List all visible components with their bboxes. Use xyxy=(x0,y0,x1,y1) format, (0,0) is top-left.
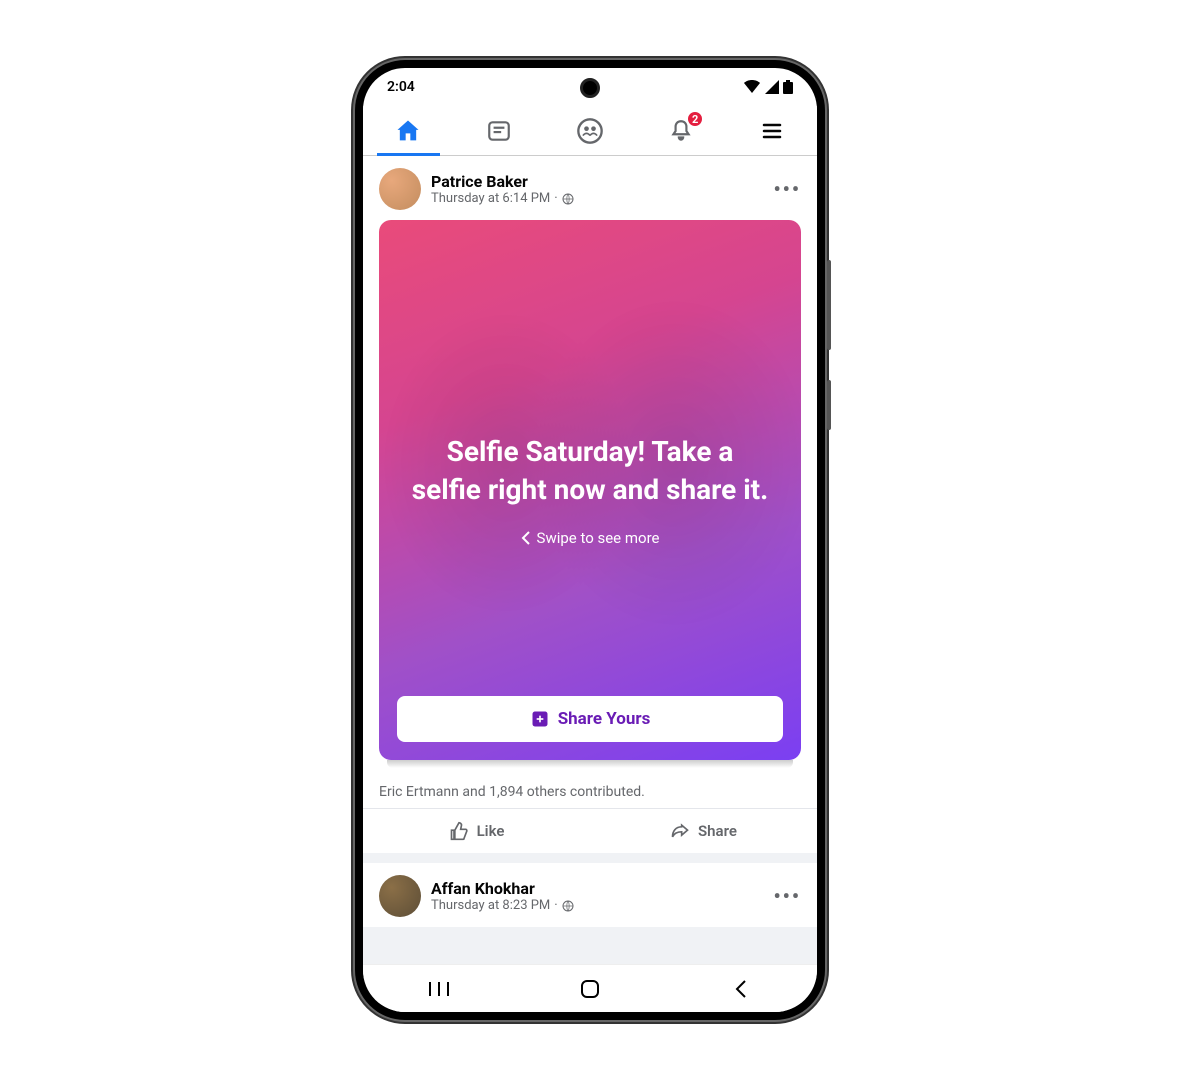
post-more-button[interactable]: ••• xyxy=(773,177,801,201)
timestamp-text: Thursday at 6:14 PM xyxy=(431,191,550,206)
wifi-icon xyxy=(743,80,761,94)
post-timestamp: Thursday at 6:14 PM · xyxy=(431,191,763,206)
avatar[interactable] xyxy=(379,875,421,917)
share-icon xyxy=(670,821,690,841)
tab-menu[interactable] xyxy=(726,106,817,155)
battery-icon xyxy=(783,80,793,94)
share-yours-button[interactable]: Share Yours xyxy=(397,696,783,742)
swipe-hint: Swipe to see more xyxy=(521,529,660,547)
card-title: Selfie Saturday! Take a selfie right now… xyxy=(399,433,781,509)
swipe-hint-text: Swipe to see more xyxy=(537,529,660,547)
phone-screen: 2:04 2 xyxy=(363,68,817,1012)
phone-frame: 2:04 2 xyxy=(355,60,825,1020)
home-icon xyxy=(394,117,422,145)
post: Patrice Baker Thursday at 6:14 PM · ••• … xyxy=(363,156,817,853)
tab-news[interactable] xyxy=(454,106,545,155)
post-more-button[interactable]: ••• xyxy=(773,884,801,908)
status-icons xyxy=(743,80,793,94)
tab-groups[interactable] xyxy=(545,106,636,155)
globe-icon xyxy=(562,193,574,205)
globe-icon xyxy=(562,900,574,912)
post-header: Patrice Baker Thursday at 6:14 PM · ••• xyxy=(363,156,817,220)
like-icon xyxy=(449,821,469,841)
home-outline-icon xyxy=(580,979,600,999)
status-time: 2:04 xyxy=(387,79,415,95)
post-header: Affan Khokhar Thursday at 8:23 PM · ••• xyxy=(363,863,817,927)
add-photo-icon xyxy=(530,709,550,729)
recents-icon xyxy=(428,980,450,998)
back-icon xyxy=(734,979,748,999)
notification-badge: 2 xyxy=(686,110,704,128)
post-timestamp: Thursday at 8:23 PM · xyxy=(431,898,763,913)
timestamp-text: Thursday at 8:23 PM xyxy=(431,898,550,913)
post-author[interactable]: Affan Khokhar xyxy=(431,879,763,898)
share-label: Share xyxy=(698,822,737,840)
chevron-left-icon xyxy=(521,531,531,545)
post-actions: Like Share xyxy=(363,809,817,853)
feed[interactable]: Patrice Baker Thursday at 6:14 PM · ••• … xyxy=(363,156,817,964)
avatar[interactable] xyxy=(379,168,421,210)
top-tabbar: 2 xyxy=(363,106,817,156)
android-nav-bar xyxy=(363,964,817,1012)
card-shadow xyxy=(387,760,793,768)
like-button[interactable]: Like xyxy=(363,809,590,853)
news-icon xyxy=(486,118,512,144)
tab-notifications[interactable]: 2 xyxy=(635,106,726,155)
like-label: Like xyxy=(477,822,505,840)
share-yours-label: Share Yours xyxy=(558,709,651,729)
post-card[interactable]: Selfie Saturday! Take a selfie right now… xyxy=(379,220,801,760)
nav-back[interactable] xyxy=(666,979,817,999)
post-author[interactable]: Patrice Baker xyxy=(431,172,763,191)
post: Affan Khokhar Thursday at 8:23 PM · ••• xyxy=(363,863,817,927)
groups-icon xyxy=(576,117,604,145)
tab-home[interactable] xyxy=(363,106,454,155)
nav-home[interactable] xyxy=(514,979,665,999)
signal-icon xyxy=(765,80,779,94)
menu-icon xyxy=(760,119,784,143)
volume-button xyxy=(827,260,831,350)
power-button xyxy=(827,380,831,430)
contributors-line[interactable]: Eric Ertmann and 1,894 others contribute… xyxy=(363,776,817,809)
nav-recents[interactable] xyxy=(363,980,514,998)
camera-notch xyxy=(580,78,600,98)
share-button[interactable]: Share xyxy=(590,809,817,853)
